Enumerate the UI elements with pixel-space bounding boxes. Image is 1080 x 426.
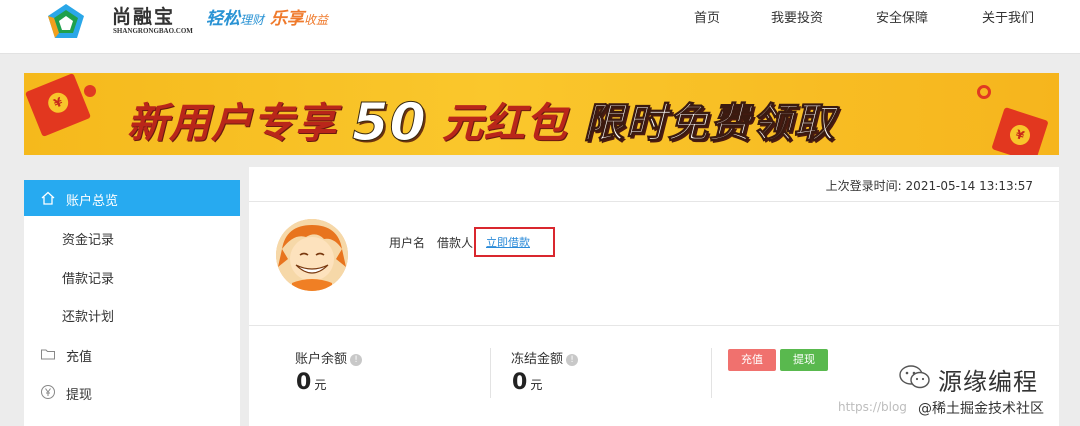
sidebar-item-label: 还款计划 — [62, 310, 115, 325]
sidebar-item-loan-records[interactable]: 借款记录 — [24, 258, 240, 294]
last-login-label: 上次登录时间: — [825, 179, 902, 193]
balance-label-text: 账户余额 — [295, 352, 348, 367]
slogan-part: 乐享 — [269, 9, 304, 29]
banner-text-before: 新用户专享 — [127, 99, 337, 147]
top-header: 尚融宝 SHANGRONGBAO.COM 轻松理财 乐享收益 首页 我要投资 安… — [0, 0, 1080, 54]
brand-name: 尚融宝 — [112, 6, 176, 28]
balance-label: 账户余额! — [295, 348, 363, 367]
username-label: 用户名 — [389, 236, 426, 250]
slogan-part: 理财 — [240, 13, 265, 27]
stat-divider — [490, 348, 491, 398]
frozen-value: 0元 — [512, 370, 542, 395]
sidebar-item-overview[interactable]: 账户总览 — [24, 180, 240, 216]
folder-icon — [41, 349, 55, 360]
red-envelope-icon: ¥ — [24, 73, 92, 137]
sidebar-item-label: 充值 — [66, 350, 93, 365]
banner-text-tail: 限时免费领取 — [583, 99, 836, 148]
banner-text-after: 元红包 — [441, 99, 568, 147]
sidebar-item-fund-records[interactable]: 资金记录 — [24, 219, 240, 255]
frozen-amount: 0 — [512, 370, 528, 395]
frozen-label: 冻结金额! — [511, 348, 579, 367]
slogan-part: 收益 — [303, 13, 328, 27]
yen-icon: ¥ — [45, 89, 72, 116]
last-login-bar: 上次登录时间: 2021-05-14 13:13:57 — [249, 167, 1059, 202]
banner-amount: 50 — [352, 93, 427, 154]
stat-divider — [711, 348, 712, 398]
sidebar-item-withdraw[interactable]: 提现 — [24, 374, 240, 410]
recharge-button[interactable]: 充值 — [728, 349, 776, 371]
brand-domain: SHANGRONGBAO.COM — [113, 27, 193, 35]
nav-home[interactable]: 首页 — [694, 7, 720, 26]
brand-logo-icon[interactable] — [46, 2, 86, 42]
withdraw-button[interactable]: 提现 — [780, 349, 828, 371]
banner-headline: 新用户专享 50 元红包 限时免费领取 — [127, 89, 836, 154]
sidebar-item-recharge[interactable]: 充值 — [24, 336, 240, 372]
currency-unit: 元 — [314, 378, 327, 392]
sidebar-item-label: 账户总览 — [66, 194, 119, 209]
brand-slogan: 轻松理财 乐享收益 — [206, 4, 328, 29]
wechat-icon — [899, 365, 930, 389]
home-icon — [41, 191, 55, 205]
username-value: 借款人 — [437, 236, 474, 250]
sidebar-item-repayment-plan[interactable]: 还款计划 — [24, 296, 240, 332]
sidebar-item-label: 借款记录 — [62, 272, 115, 287]
last-login-info: 上次登录时间: 2021-05-14 13:13:57 — [826, 177, 1033, 194]
last-login-time: 2021-05-14 13:13:57 — [905, 179, 1033, 193]
sidebar-item-label: 提现 — [66, 388, 93, 403]
sidebar-item-label: 资金记录 — [62, 233, 115, 248]
info-icon[interactable]: ! — [566, 353, 579, 366]
confetti-decoration — [977, 85, 991, 99]
promo-banner[interactable]: ¥ 新用户专享 50 元红包 限时免费领取 ¥ — [24, 73, 1059, 155]
balance-value: 0元 — [296, 370, 326, 395]
info-icon[interactable]: ! — [350, 353, 363, 366]
nav-security[interactable]: 安全保障 — [876, 7, 928, 26]
frozen-label-text: 冻结金额 — [511, 352, 564, 367]
yen-circle-icon — [41, 385, 55, 399]
watermark-url: https://blog — [838, 400, 907, 414]
slogan-part: 轻松 — [206, 9, 240, 29]
account-sidebar: 账户总览 资金记录 借款记录 还款计划 充值 提现 — [24, 180, 240, 426]
nav-invest[interactable]: 我要投资 — [771, 7, 823, 26]
user-avatar — [276, 219, 348, 291]
confetti-decoration — [84, 85, 96, 97]
highlight-annotation-box — [474, 227, 555, 257]
nav-about[interactable]: 关于我们 — [982, 7, 1034, 26]
yen-icon: ¥ — [1007, 122, 1033, 148]
watermark-site: @稀土掘金技术社区 — [918, 398, 1044, 418]
balance-amount: 0 — [296, 370, 312, 395]
currency-unit: 元 — [530, 378, 543, 392]
red-envelope-icon: ¥ — [991, 106, 1049, 155]
watermark-title: 源缘编程 — [938, 368, 1038, 396]
